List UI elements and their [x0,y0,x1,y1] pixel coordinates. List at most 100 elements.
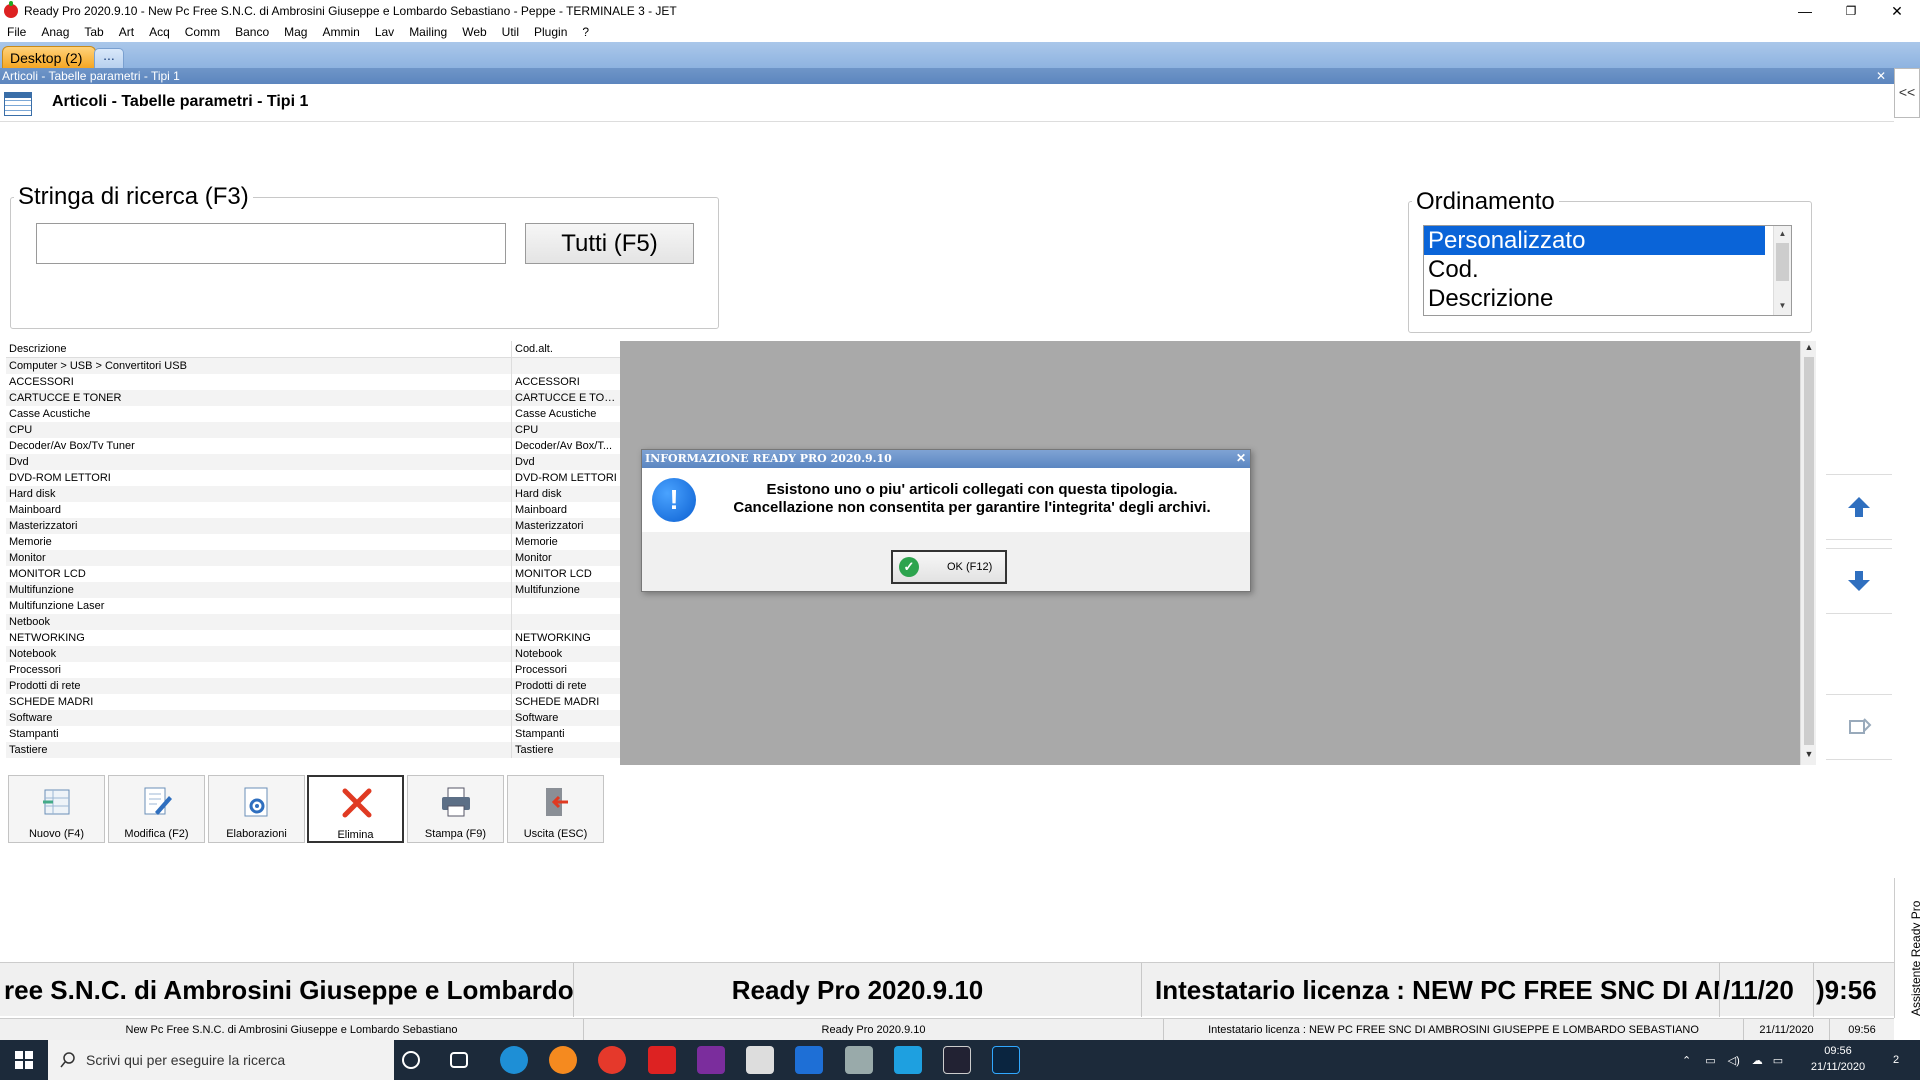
menu-file[interactable]: File [0,25,34,39]
cloud-icon[interactable]: ☁ [1752,1054,1763,1067]
menu-tab[interactable]: Tab [77,25,111,39]
taskbar-search[interactable]: Scrivi qui per eseguire la ricerca [48,1040,394,1080]
table-scrollbar[interactable]: ▲ ▼ [1800,341,1816,765]
menu-ammin[interactable]: Ammin [315,25,367,39]
table-row[interactable]: Monitor Monitor [6,550,620,566]
onenote-icon[interactable] [697,1046,725,1074]
column-header-codalt[interactable]: Cod.alt. [512,341,620,357]
table-row[interactable]: Processori Processori [6,662,620,678]
table-row[interactable]: Multifunzione Multifunzione [6,582,620,598]
show-all-button[interactable]: Tutti (F5) [525,223,694,264]
search-input[interactable] [36,223,506,264]
ordering-scrollbar[interactable]: ▲ ▼ [1773,226,1791,315]
table-row[interactable]: CPU CPU [6,422,620,438]
table-row[interactable]: Software Software [6,710,620,726]
exit-button-label: Uscita (ESC) [523,828,588,840]
ordering-option-descrizione[interactable]: Descrizione [1424,284,1765,313]
table-row[interactable]: Stampanti Stampanti [6,726,620,742]
processing-button[interactable]: Elaborazioni [208,775,305,843]
scroll-thumb[interactable] [1776,243,1789,281]
table-row[interactable]: MONITOR LCD MONITOR LCD [6,566,620,582]
skype-icon[interactable] [894,1046,922,1074]
refresh-order-button[interactable] [1826,694,1892,760]
table-row[interactable]: NETWORKING NETWORKING [6,630,620,646]
column-header-descrizione[interactable]: Descrizione [6,341,512,357]
menu-mailing[interactable]: Mailing [402,25,455,39]
scroll-up-icon[interactable]: ▲ [1776,228,1789,240]
table-row[interactable]: Casse Acustiche Casse Acustiche [6,406,620,422]
scroll-thumb[interactable] [1804,357,1814,745]
menu-banco[interactable]: Banco [228,25,277,39]
move-up-button[interactable] [1826,474,1892,540]
table-row[interactable]: Masterizzatori Masterizzatori [6,518,620,534]
exit-button[interactable]: Uscita (ESC) [507,775,604,843]
move-down-button[interactable] [1826,548,1892,614]
system-tray[interactable]: ⌃ ▭ ◁) ☁ ▭ [1682,1040,1802,1080]
menu-comm[interactable]: Comm [178,25,228,39]
close-window-button[interactable]: ✕ [1874,0,1920,22]
table-row[interactable]: Notebook Notebook [6,646,620,662]
subwindow-close-button[interactable]: ✕ [1876,68,1886,84]
cell-descrizione: Memorie [6,534,512,550]
scroll-down-icon[interactable]: ▼ [1776,300,1789,312]
ok-button[interactable]: ✓ OK (F12) [891,550,1007,584]
table-row[interactable]: SCHEDE MADRI SCHEDE MADRI [6,694,620,710]
dialog-close-button[interactable]: ✕ [1236,451,1246,465]
collapse-panel-button[interactable]: << [1894,68,1920,118]
minimize-button[interactable]: — [1782,0,1828,22]
tab-desktop[interactable]: Desktop (2) [2,46,96,68]
menu-web[interactable]: Web [455,25,494,39]
menu-anag[interactable]: Anag [34,25,77,39]
mail-icon[interactable] [795,1046,823,1074]
chevron-up-icon[interactable]: ⌃ [1682,1054,1691,1067]
photoshop-icon[interactable] [992,1046,1020,1074]
notifications-button[interactable]: 2 [1876,1040,1916,1080]
table-row[interactable]: Hard disk Hard disk [6,486,620,502]
cortana-icon[interactable] [402,1051,420,1069]
edge-browser-icon[interactable] [500,1046,528,1074]
scroll-up-icon[interactable]: ▲ [1803,342,1815,356]
scroll-down-icon[interactable]: ▼ [1803,749,1815,763]
table-row[interactable]: CARTUCCE E TONER CARTUCCE E TONER [6,390,620,406]
ordering-listbox[interactable]: Personalizzato Cod. Descrizione ▲ ▼ [1423,225,1792,316]
menu-art[interactable]: Art [112,25,142,39]
delete-button[interactable]: Elimina [307,775,404,843]
restore-button[interactable]: ❐ [1828,0,1874,22]
wlcs-app-icon[interactable] [943,1046,971,1074]
ordering-option-personalizzato[interactable]: Personalizzato [1424,226,1765,255]
table-row[interactable]: Decoder/Av Box/Tv Tuner Decoder/Av Box/T.… [6,438,620,454]
table-row[interactable]: DVD-ROM LETTORI DVD-ROM LETTORI [6,470,620,486]
table-row[interactable]: Prodotti di rete Prodotti di rete [6,678,620,694]
menu-help[interactable]: ? [575,25,597,39]
new-button[interactable]: Nuovo (F4) [8,775,105,843]
chrome-icon[interactable] [598,1046,626,1074]
firefox-icon[interactable] [549,1046,577,1074]
ready-pro-app-icon[interactable] [648,1046,676,1074]
menu-mag[interactable]: Mag [277,25,315,39]
table-row[interactable]: Computer > USB > Convertitori USB [6,358,620,374]
calculator-icon[interactable] [845,1046,873,1074]
table-row[interactable]: ACCESSORI ACCESSORI [6,374,620,390]
table-row[interactable]: Memorie Memorie [6,534,620,550]
menu-plugin[interactable]: Plugin [527,25,575,39]
task-view-icon[interactable] [450,1052,468,1068]
assistant-side-tab[interactable]: Assistente Ready Pro [1894,878,1920,1018]
table-row[interactable]: Mainboard Mainboard [6,502,620,518]
gear-app-icon[interactable] [746,1046,774,1074]
taskbar-clock[interactable]: 09:56 21/11/2020 [1808,1043,1868,1075]
table-row[interactable]: Netbook [6,614,620,630]
table-row[interactable]: Multifunzione Laser [6,598,620,614]
tab-more[interactable]: ... [94,48,124,68]
network-icon[interactable]: ▭ [1705,1054,1715,1067]
ordering-option-cod[interactable]: Cod. [1424,255,1765,284]
start-button[interactable] [0,1040,48,1080]
display-icon[interactable]: ▭ [1773,1054,1783,1067]
print-button[interactable]: Stampa (F9) [407,775,504,843]
edit-button[interactable]: Modifica (F2) [108,775,205,843]
table-row[interactable]: Dvd Dvd [6,454,620,470]
menu-lav[interactable]: Lav [368,25,402,39]
menu-acq[interactable]: Acq [142,25,178,39]
menu-util[interactable]: Util [495,25,527,39]
table-row[interactable]: Tastiere Tastiere [6,742,620,758]
volume-icon[interactable]: ◁) [1728,1054,1740,1067]
